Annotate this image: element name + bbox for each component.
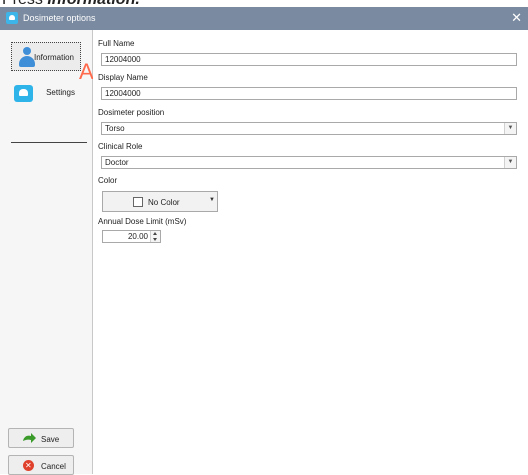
dosimeter-position-select[interactable]: Torso ▼ [101, 122, 517, 135]
window-titlebar: Dosimeter options ✕ [0, 7, 528, 30]
settings-icon [14, 85, 33, 102]
chevron-down-icon: ▼ [209, 197, 215, 203]
stepper-up-icon[interactable] [153, 232, 157, 235]
dropdown-arrow-icon: ▼ [504, 157, 516, 168]
display-name-label: Display Name [98, 73, 148, 82]
display-name-field[interactable] [101, 87, 517, 100]
full-name-label: Full Name [98, 39, 135, 48]
options-panel: Full Name Display Name Dosimeter positio… [93, 30, 528, 474]
window-title: Dosimeter options [23, 13, 96, 23]
full-name-field[interactable] [101, 53, 517, 66]
instruction-caption: Press Information. [0, 0, 528, 8]
color-swatch [133, 197, 143, 207]
sidebar-item-settings[interactable]: Settings [11, 78, 81, 107]
save-label: Save [41, 435, 60, 444]
dose-limit-stepper[interactable]: 20.00 [102, 230, 161, 243]
stepper-down-icon[interactable] [153, 238, 157, 241]
cancel-label: Cancel [41, 462, 66, 471]
color-value: No Color [148, 198, 180, 207]
sidebar: Information Settings Save Cancel [0, 30, 93, 475]
clinical-role-label: Clinical Role [98, 142, 143, 151]
dose-limit-label: Annual Dose Limit (mSv) [98, 217, 187, 226]
sidebar-item-label: Information [33, 53, 74, 62]
sidebar-divider [11, 142, 87, 143]
save-arrow-icon [23, 433, 36, 443]
cancel-icon [23, 460, 34, 471]
close-icon[interactable]: ✕ [511, 10, 522, 26]
save-button[interactable]: Save [8, 428, 74, 448]
sidebar-item-information[interactable]: Information [11, 42, 81, 71]
dosimeter-position-value: Torso [105, 124, 125, 133]
app-icon [6, 12, 18, 24]
person-icon [19, 47, 35, 68]
dropdown-arrow-icon: ▼ [504, 123, 516, 134]
clinical-role-select[interactable]: Doctor ▼ [101, 156, 517, 169]
dose-limit-value: 20.00 [127, 232, 148, 241]
color-label: Color [98, 176, 118, 185]
pointer-marker-a: A [79, 59, 94, 84]
cancel-button[interactable]: Cancel [8, 455, 74, 475]
dosimeter-position-label: Dosimeter position [98, 108, 165, 117]
clinical-role-value: Doctor [105, 158, 129, 167]
stepper-arrows[interactable] [150, 231, 160, 242]
color-picker-button[interactable]: No Color ▼ [102, 191, 218, 212]
sidebar-item-label: Settings [46, 88, 75, 97]
